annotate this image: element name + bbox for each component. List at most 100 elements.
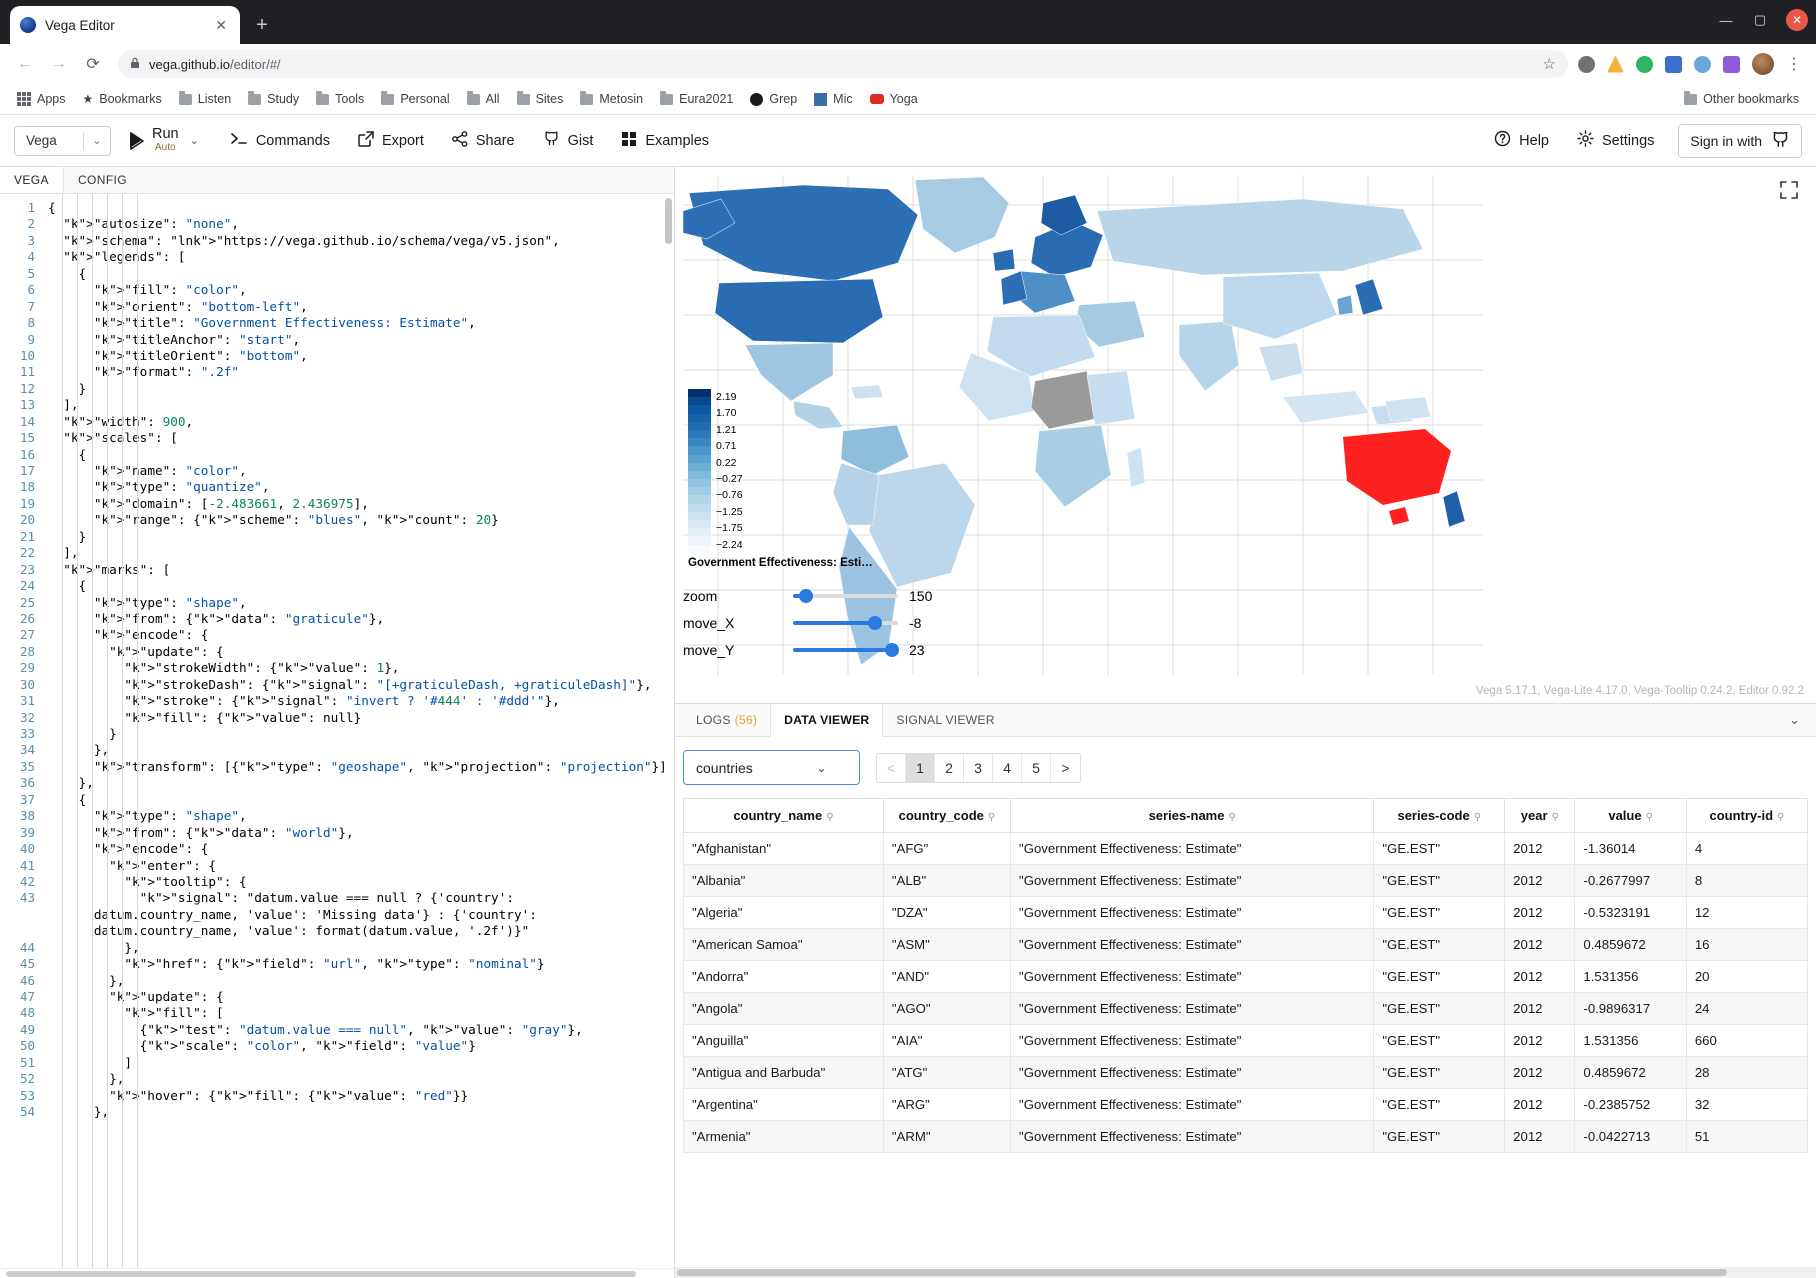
chevron-down-icon[interactable]: ⌄ bbox=[1789, 712, 1816, 728]
search-icon[interactable]: ⚲ bbox=[988, 812, 995, 823]
tab-logs-label: LOGS bbox=[696, 713, 731, 727]
move-x-slider[interactable] bbox=[793, 616, 898, 630]
examples-button[interactable]: Examples bbox=[607, 121, 723, 161]
bookmark-grep[interactable]: Grep bbox=[743, 89, 804, 109]
run-label: Run bbox=[152, 126, 179, 143]
australia-highlight bbox=[1343, 429, 1451, 525]
table-header-row: country_name ⚲ country_code ⚲ series-name ⚲ se… bbox=[683, 798, 1809, 833]
table-header-cell[interactable]: country-id ⚲ bbox=[1685, 798, 1809, 833]
page-2[interactable]: 2 bbox=[935, 753, 964, 782]
page-3[interactable]: 3 bbox=[964, 753, 993, 782]
zoom-slider[interactable] bbox=[793, 589, 898, 603]
page-5[interactable]: 5 bbox=[1022, 753, 1051, 782]
table-header-cell[interactable]: series-name ⚲ bbox=[1010, 798, 1375, 833]
sign-in-button[interactable]: Sign in with bbox=[1678, 123, 1802, 158]
tab-data-viewer[interactable]: DATA VIEWER bbox=[770, 704, 884, 737]
bookmark-study[interactable]: Study bbox=[241, 89, 306, 109]
table-header-cell[interactable]: country_code ⚲ bbox=[882, 798, 1012, 833]
help-button[interactable]: Help bbox=[1480, 121, 1563, 161]
extension-icon-5[interactable] bbox=[1694, 55, 1711, 73]
extension-icon-1[interactable] bbox=[1578, 55, 1595, 73]
dataset-select-value: countries bbox=[696, 759, 753, 776]
search-icon[interactable]: ⚲ bbox=[1646, 812, 1653, 823]
tab-logs[interactable]: LOGS (56) bbox=[683, 704, 770, 737]
bookmark-personal[interactable]: Personal bbox=[374, 89, 456, 109]
browser-tab[interactable]: Vega Editor ✕ bbox=[10, 6, 240, 44]
bookmark-eura2021[interactable]: Eura2021 bbox=[653, 89, 740, 109]
table-cell: "Government Effectiveness: Estimate" bbox=[1010, 928, 1375, 961]
extension-icon-2[interactable] bbox=[1607, 55, 1624, 73]
search-icon[interactable]: ⚲ bbox=[1228, 812, 1235, 823]
dataset-select[interactable]: countries ⌄ bbox=[683, 750, 860, 785]
settings-button[interactable]: Settings bbox=[1563, 121, 1668, 161]
code-editor[interactable]: 1 2 3 4 5 6 7 8 9 10 11 12 13 14 15 16 17 18 19 20 21 22 23 24 2… bbox=[0, 194, 674, 1268]
folder-icon bbox=[580, 91, 594, 105]
extension-icon-6[interactable] bbox=[1723, 55, 1740, 73]
search-icon[interactable]: ⚲ bbox=[1552, 812, 1559, 823]
mode-select[interactable]: Vega ⌄ bbox=[14, 125, 111, 156]
tab-signal-viewer[interactable]: SIGNAL VIEWER bbox=[883, 704, 1007, 737]
address-bar[interactable]: vega.github.io/editor/#/ ☆ bbox=[118, 50, 1568, 78]
chrome-menu-icon[interactable]: ⋮ bbox=[1786, 54, 1802, 74]
search-icon[interactable]: ⚲ bbox=[1777, 812, 1784, 823]
extension-icon-4[interactable] bbox=[1665, 55, 1682, 73]
tab-config[interactable]: CONFIG bbox=[63, 167, 142, 193]
bookmark-mic[interactable]: Mic bbox=[807, 89, 859, 109]
gear-icon bbox=[1577, 130, 1594, 151]
run-button[interactable]: Run Auto ⌄ bbox=[129, 126, 199, 154]
page-1[interactable]: 1 bbox=[906, 753, 935, 782]
bookmark-metosin[interactable]: Metosin bbox=[573, 89, 650, 109]
page-next[interactable]: > bbox=[1051, 753, 1080, 782]
table-cell: "ARM" bbox=[882, 1120, 1012, 1153]
visualization-pane: 2.19 1.70 1.21 0.71 0.22 −0.27 −0.76 −1.25 −1.75… bbox=[675, 167, 1816, 1278]
bookmark-tools[interactable]: Tools bbox=[309, 89, 371, 109]
table-cell: "ALB" bbox=[882, 864, 1012, 897]
maximize-icon[interactable]: ▢ bbox=[1752, 12, 1768, 28]
search-icon[interactable]: ⚲ bbox=[826, 812, 833, 823]
share-label: Share bbox=[475, 132, 515, 149]
table-header-cell[interactable]: series-code ⚲ bbox=[1373, 798, 1506, 833]
bookmark-sites[interactable]: Sites bbox=[510, 89, 571, 109]
search-icon[interactable]: ⚲ bbox=[1474, 812, 1481, 823]
table-header-cell[interactable]: year ⚲ bbox=[1504, 798, 1576, 833]
minimize-icon[interactable]: — bbox=[1718, 13, 1734, 28]
table-hscrollbar[interactable] bbox=[675, 1267, 1816, 1278]
commands-button[interactable]: Commands bbox=[217, 121, 344, 161]
folder-icon bbox=[1684, 91, 1698, 105]
other-bookmarks[interactable]: Other bookmarks bbox=[1677, 89, 1806, 109]
table-cell: "Armenia" bbox=[683, 1120, 884, 1153]
table-header-cell[interactable]: value ⚲ bbox=[1574, 798, 1687, 833]
data-table-wrapper[interactable]: country_name ⚲ country_code ⚲ series-name ⚲ se… bbox=[675, 798, 1816, 1267]
fullscreen-icon[interactable] bbox=[1780, 181, 1798, 199]
forward-icon[interactable]: → bbox=[44, 49, 74, 79]
page-4[interactable]: 4 bbox=[993, 753, 1022, 782]
bookmarks-bar: Apps ★ Bookmarks Listen Study Tools Pers… bbox=[0, 84, 1816, 115]
editor-hscrollbar[interactable] bbox=[0, 1268, 674, 1278]
chevron-down-icon[interactable]: ⌄ bbox=[190, 134, 199, 147]
table-cell: 2012 bbox=[1504, 928, 1576, 961]
extension-icon-3[interactable] bbox=[1636, 55, 1653, 73]
indent-guide bbox=[137, 194, 138, 1268]
bookmark-star-icon[interactable]: ☆ bbox=[1543, 55, 1556, 73]
export-button[interactable]: Export bbox=[344, 121, 438, 161]
bookmark-yoga[interactable]: Yoga bbox=[863, 89, 925, 109]
table-cell: "Government Effectiveness: Estimate" bbox=[1010, 1024, 1375, 1057]
window-close-icon[interactable]: ✕ bbox=[1786, 9, 1808, 31]
bookmark-bookmarks[interactable]: ★ Bookmarks bbox=[76, 89, 169, 109]
bookmark-all[interactable]: All bbox=[460, 89, 507, 109]
page-prev[interactable]: < bbox=[877, 753, 906, 782]
table-cell: "Government Effectiveness: Estimate" bbox=[1010, 992, 1375, 1025]
bookmark-listen[interactable]: Listen bbox=[172, 89, 238, 109]
close-icon[interactable]: ✕ bbox=[212, 17, 230, 34]
back-icon[interactable]: ← bbox=[10, 49, 40, 79]
avatar[interactable] bbox=[1752, 53, 1774, 75]
new-tab-button[interactable]: + bbox=[248, 11, 276, 39]
reload-icon[interactable]: ⟳ bbox=[78, 49, 108, 79]
table-header-cell[interactable]: country_name ⚲ bbox=[683, 798, 884, 833]
gist-button[interactable]: Gist bbox=[529, 121, 608, 161]
tab-vega[interactable]: VEGA bbox=[0, 167, 64, 193]
share-button[interactable]: Share bbox=[438, 121, 529, 161]
editor-scrollbar-thumb[interactable] bbox=[665, 198, 672, 244]
move-y-slider[interactable] bbox=[793, 643, 899, 657]
bookmark-apps[interactable]: Apps bbox=[10, 89, 73, 109]
